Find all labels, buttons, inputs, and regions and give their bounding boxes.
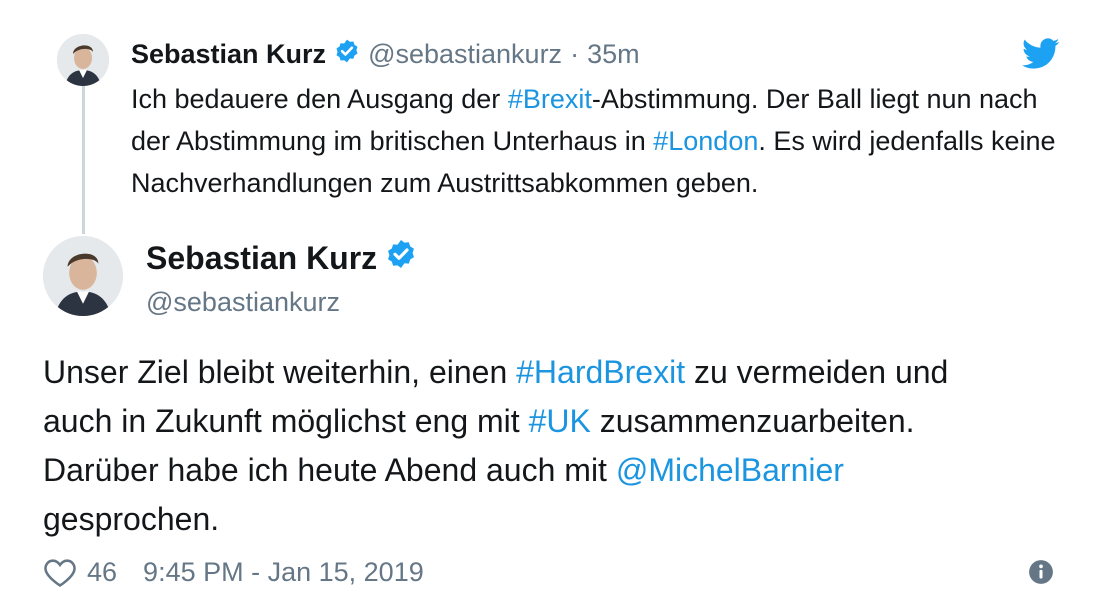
tweet-timestamp[interactable]: 9:45 PM - Jan 15, 2019	[143, 557, 424, 588]
quoted-display-name[interactable]: Sebastian Kurz	[131, 39, 326, 70]
verified-badge-icon	[385, 238, 417, 278]
hashtag-link[interactable]: #UK	[529, 403, 591, 439]
verified-badge-icon	[334, 38, 360, 71]
like-count[interactable]: 46	[87, 557, 117, 588]
tweet-footer: 46 9:45 PM - Jan 15, 2019	[43, 553, 424, 591]
main-handle[interactable]: @sebastiankurz	[146, 284, 340, 320]
info-icon[interactable]	[1028, 559, 1054, 585]
hashtag-link[interactable]: #Brexit	[508, 84, 592, 114]
quoted-tweet-text: Ich bedauere den Ausgang der #Brexit-Abs…	[131, 78, 1061, 204]
main-avatar[interactable]	[43, 236, 123, 316]
main-header-name-row: Sebastian Kurz	[146, 236, 417, 280]
quoted-separator: ·	[570, 38, 580, 69]
thread-connector	[82, 86, 85, 234]
twitter-bird-icon[interactable]	[1022, 38, 1060, 70]
heart-icon[interactable]	[43, 556, 77, 588]
tweet-text-segment: Unser Ziel bleibt weiterhin, einen	[43, 354, 517, 390]
quoted-avatar[interactable]	[57, 34, 109, 86]
main-display-name[interactable]: Sebastian Kurz	[146, 240, 377, 277]
mention-link[interactable]: @MichelBarnier	[616, 452, 844, 488]
quoted-time[interactable]: 35m	[587, 39, 640, 70]
hashtag-link[interactable]: #London	[653, 126, 758, 156]
tweet-text-segment: Ich bedauere den Ausgang der	[131, 84, 508, 114]
main-tweet-text: Unser Ziel bleibt weiterhin, einen #Hard…	[43, 348, 1003, 544]
quoted-handle[interactable]: @sebastiankurz	[368, 39, 562, 70]
tweet-text-segment: gesprochen.	[43, 501, 220, 537]
quoted-header: Sebastian Kurz @sebastiankurz · 35m	[131, 34, 640, 74]
hashtag-link[interactable]: #HardBrexit	[516, 354, 685, 390]
